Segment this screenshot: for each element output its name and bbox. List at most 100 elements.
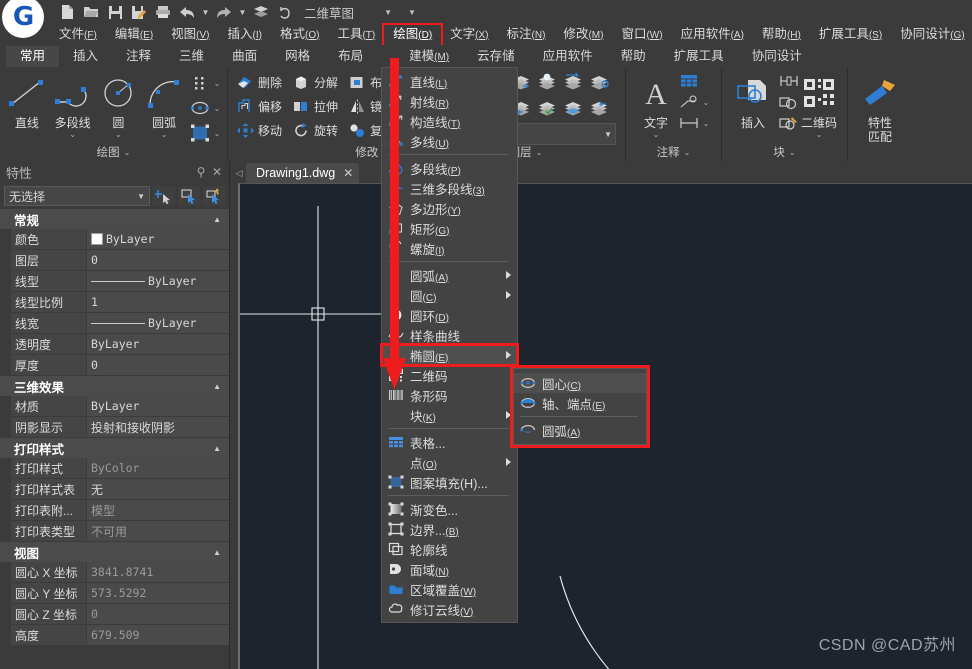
ribbon-tab-4[interactable]: 曲面 <box>218 46 271 67</box>
property-value[interactable]: 模型 <box>87 500 229 520</box>
chevron-down-icon[interactable]: ⌄ <box>700 98 712 107</box>
property-row[interactable]: 圆心 Z 坐标 0 <box>0 604 229 625</box>
ribbon-panel-draw-title[interactable]: 绘图 ⌄ <box>0 145 227 161</box>
draw-dropdown-menu[interactable]: 直线(L) 射线(R) 构造线(T) 多线(U) 多段线(P) 三维多段线(3) 多边形(Y… <box>380 67 519 623</box>
chevron-down-icon[interactable]: ⌄ <box>211 79 223 88</box>
chevron-left-icon[interactable]: ◁ <box>232 163 246 183</box>
ribbon-button-insert-block[interactable]: 插入 <box>730 70 776 130</box>
property-row[interactable]: 高度 679.509 <box>0 625 229 646</box>
property-row[interactable]: 线型 ByLayer <box>0 271 229 292</box>
property-value[interactable]: ByLayer <box>87 334 229 354</box>
ribbon-tab-5[interactable]: 网格 <box>271 46 324 67</box>
chevron-up-icon[interactable]: ▲ <box>213 548 221 557</box>
draw-menu-item-多边形[interactable]: 多边形(Y) <box>382 198 517 218</box>
ribbon-button-modify-0[interactable]: 删除 <box>234 70 290 94</box>
draw-menu-item-圆弧[interactable]: 圆弧(A) <box>382 265 517 285</box>
save-icon[interactable] <box>104 1 126 23</box>
draw-menu-item-图案填充(H)...[interactable]: 图案填充(H)... <box>382 472 517 492</box>
ribbon-button-modify-3[interactable]: 偏移 <box>234 94 290 118</box>
menu-item-3[interactable]: 插入(I) <box>219 25 271 45</box>
property-row[interactable]: 图层 0 <box>0 250 229 271</box>
property-row[interactable]: 阴影显示 投射和接收阴影 <box>0 417 229 438</box>
property-value[interactable]: ByLayer <box>87 271 229 291</box>
property-row[interactable]: 打印表类型 不可用 <box>0 521 229 542</box>
draw-menu-item-区域覆盖[interactable]: 区域覆盖(W) <box>382 579 517 599</box>
properties-list[interactable]: 常规 ▲ 颜色 ByLayer 图层 0 线型 ByLayer 线型比例 1 线宽 ByLayer 透明… <box>0 209 229 669</box>
ribbon-button-dimension[interactable]: ⌄ <box>678 113 712 133</box>
undo-dropdown-icon[interactable]: ▼ <box>200 1 211 23</box>
properties-group-打印样式[interactable]: 打印样式 ▲ <box>0 438 229 458</box>
close-icon[interactable]: ✕ <box>209 165 225 179</box>
property-row[interactable]: 材质 ByLayer <box>0 396 229 417</box>
chevron-down-icon[interactable]: ⌄ <box>700 119 712 128</box>
draw-menu-item-螺旋[interactable]: 螺旋(I) <box>382 238 517 258</box>
ribbon-button-modify-7[interactable]: 旋转 <box>290 118 346 142</box>
chevron-down-icon[interactable]: ⌄ <box>211 104 223 113</box>
ribbon-button-table[interactable] <box>678 71 712 91</box>
ribbon-tab-1[interactable]: 插入 <box>59 46 112 67</box>
plot-icon[interactable] <box>152 1 174 23</box>
ribbon-panel-annotation-title[interactable]: 注释 ⌄ <box>626 145 721 161</box>
draw-menu-item-构造线[interactable]: 构造线(T) <box>382 111 517 131</box>
ribbon-button-qrcode[interactable]: 二维码 ⌄ <box>796 70 842 139</box>
workspace-selector[interactable]: 二维草图 ▼ <box>298 2 398 22</box>
property-value[interactable]: 投射和接收阴影 <box>87 417 229 437</box>
draw-menu-item-多段线[interactable]: 多段线(P) <box>382 158 517 178</box>
property-value[interactable]: 679.509 <box>87 625 229 645</box>
draw-menu-item-渐变色...[interactable]: 渐变色... <box>382 499 517 519</box>
draw-menu-item-多线[interactable]: 多线(U) <box>382 131 517 151</box>
ribbon-button-ellipse[interactable]: ⌄ <box>189 96 223 120</box>
ribbon-tab-3[interactable]: 三维 <box>165 46 218 67</box>
quick-select-icon[interactable] <box>153 186 175 206</box>
property-value[interactable]: ByLayer <box>87 313 229 333</box>
property-value[interactable]: ByColor <box>87 458 229 478</box>
draw-menu-item-轮廓线[interactable]: 轮廓线 <box>382 539 517 559</box>
layer-delete-icon[interactable] <box>586 95 612 121</box>
chevron-down-icon[interactable]: ⌄ <box>653 130 660 139</box>
property-row[interactable]: 颜色 ByLayer <box>0 229 229 250</box>
chevron-down-icon[interactable]: ⌄ <box>69 130 76 139</box>
properties-group-三维效果[interactable]: 三维效果 ▲ <box>0 376 229 396</box>
ribbon-button-point[interactable]: ⌄ <box>189 71 223 95</box>
property-row[interactable]: 圆心 Y 坐标 573.5292 <box>0 583 229 604</box>
menu-item-0[interactable]: 文件(F) <box>50 25 106 45</box>
chevron-down-icon[interactable]: ⌄ <box>211 129 223 138</box>
pickadd-icon[interactable] <box>203 186 225 206</box>
ribbon-button-modify-6[interactable]: 移动 <box>234 118 290 142</box>
undo-icon[interactable] <box>176 1 198 23</box>
draw-menu-item-圆[interactable]: 圆(C) <box>382 285 517 305</box>
menu-item-4[interactable]: 格式(O) <box>271 25 328 45</box>
draw-menu-item-椭圆[interactable]: 椭圆(E) <box>380 343 519 367</box>
menu-item-10[interactable]: 窗口(W) <box>612 25 671 45</box>
menu-item-14[interactable]: 协同设计(G) <box>891 25 972 45</box>
ribbon-tab-secondary-2[interactable]: 应用软件 <box>529 43 607 67</box>
draw-menu-item-边界[interactable]: 边界...(B) <box>382 519 517 539</box>
draw-menu-item-射线[interactable]: 射线(R) <box>382 91 517 111</box>
chevron-down-icon[interactable]: ▼ <box>137 192 145 201</box>
property-value[interactable]: 0 <box>87 355 229 375</box>
menu-item-1[interactable]: 编辑(E) <box>106 25 162 45</box>
draw-menu-item-样条曲线[interactable]: 样条曲线 <box>382 325 517 345</box>
chevron-down-icon[interactable]: ⌄ <box>816 130 823 139</box>
property-value[interactable]: 1 <box>87 292 229 312</box>
draw-menu-item-圆环[interactable]: 圆环(D) <box>382 305 517 325</box>
ellipse-menu-item-圆弧[interactable]: 圆弧(A) <box>514 420 646 440</box>
ribbon-panel-block-title[interactable]: 块 ⌄ <box>722 145 847 161</box>
ribbon-tab-secondary-5[interactable]: 协同设计 <box>738 43 816 67</box>
ribbon-button-circle[interactable]: 圆 ⌄ <box>96 70 142 139</box>
property-value[interactable]: 不可用 <box>87 521 229 541</box>
draw-menu-item-块[interactable]: 块(K) <box>382 405 517 425</box>
property-value[interactable]: ByLayer <box>87 396 229 416</box>
menu-item-2[interactable]: 视图(V) <box>162 25 218 45</box>
menu-item-9[interactable]: 修改(M) <box>554 25 612 45</box>
layers-icon[interactable] <box>250 1 272 23</box>
property-row[interactable]: 线宽 ByLayer <box>0 313 229 334</box>
redo-icon[interactable] <box>213 1 235 23</box>
document-tab[interactable]: Drawing1.dwg ✕ <box>246 163 360 183</box>
ribbon-tab-secondary-4[interactable]: 扩展工具 <box>660 43 738 67</box>
layer-merge-icon[interactable] <box>560 69 586 95</box>
property-row[interactable]: 厚度 0 <box>0 355 229 376</box>
property-row[interactable]: 打印样式 ByColor <box>0 458 229 479</box>
close-icon[interactable]: ✕ <box>343 166 353 180</box>
chevron-down-icon[interactable]: ⌄ <box>115 130 122 139</box>
